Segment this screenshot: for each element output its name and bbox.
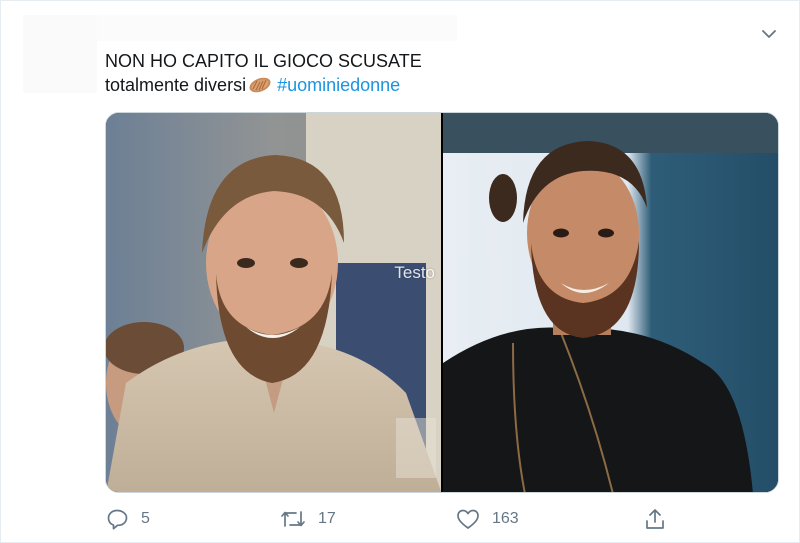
tweet-text-line-1: NON HO CAPITO IL GIOCO SCUSATE: [105, 51, 422, 71]
tweet-actions: 5 17 163: [105, 504, 675, 534]
photo-left[interactable]: Testo: [106, 113, 441, 492]
photo-watermark: Testo: [394, 263, 435, 282]
retweet-icon: [280, 508, 306, 530]
media-grid[interactable]: Testo: [105, 112, 779, 493]
share-button[interactable]: [644, 504, 666, 534]
tweet-text-line-2: totalmente diversi: [105, 75, 247, 95]
photo-right[interactable]: [443, 113, 778, 492]
hashtag-link[interactable]: #uominiedonne: [277, 75, 400, 95]
heart-icon: [456, 508, 480, 530]
avatar-redacted: [23, 15, 97, 93]
tweet-card[interactable]: NON HO CAPITO IL GIOCO SCUSATE totalment…: [0, 0, 800, 543]
reply-icon: [105, 507, 129, 531]
share-icon: [644, 507, 666, 531]
chevron-down-icon[interactable]: [758, 25, 780, 43]
tweet-text: NON HO CAPITO IL GIOCO SCUSATE totalment…: [97, 41, 477, 99]
reply-button[interactable]: 5: [105, 504, 150, 534]
peanut-emoji-icon: [248, 76, 272, 100]
like-count: 163: [492, 510, 519, 527]
like-button[interactable]: 163: [456, 504, 519, 534]
username-redacted: [97, 15, 457, 43]
retweet-count: 17: [318, 510, 336, 527]
retweet-button[interactable]: 17: [280, 504, 336, 534]
reply-count: 5: [141, 510, 150, 527]
